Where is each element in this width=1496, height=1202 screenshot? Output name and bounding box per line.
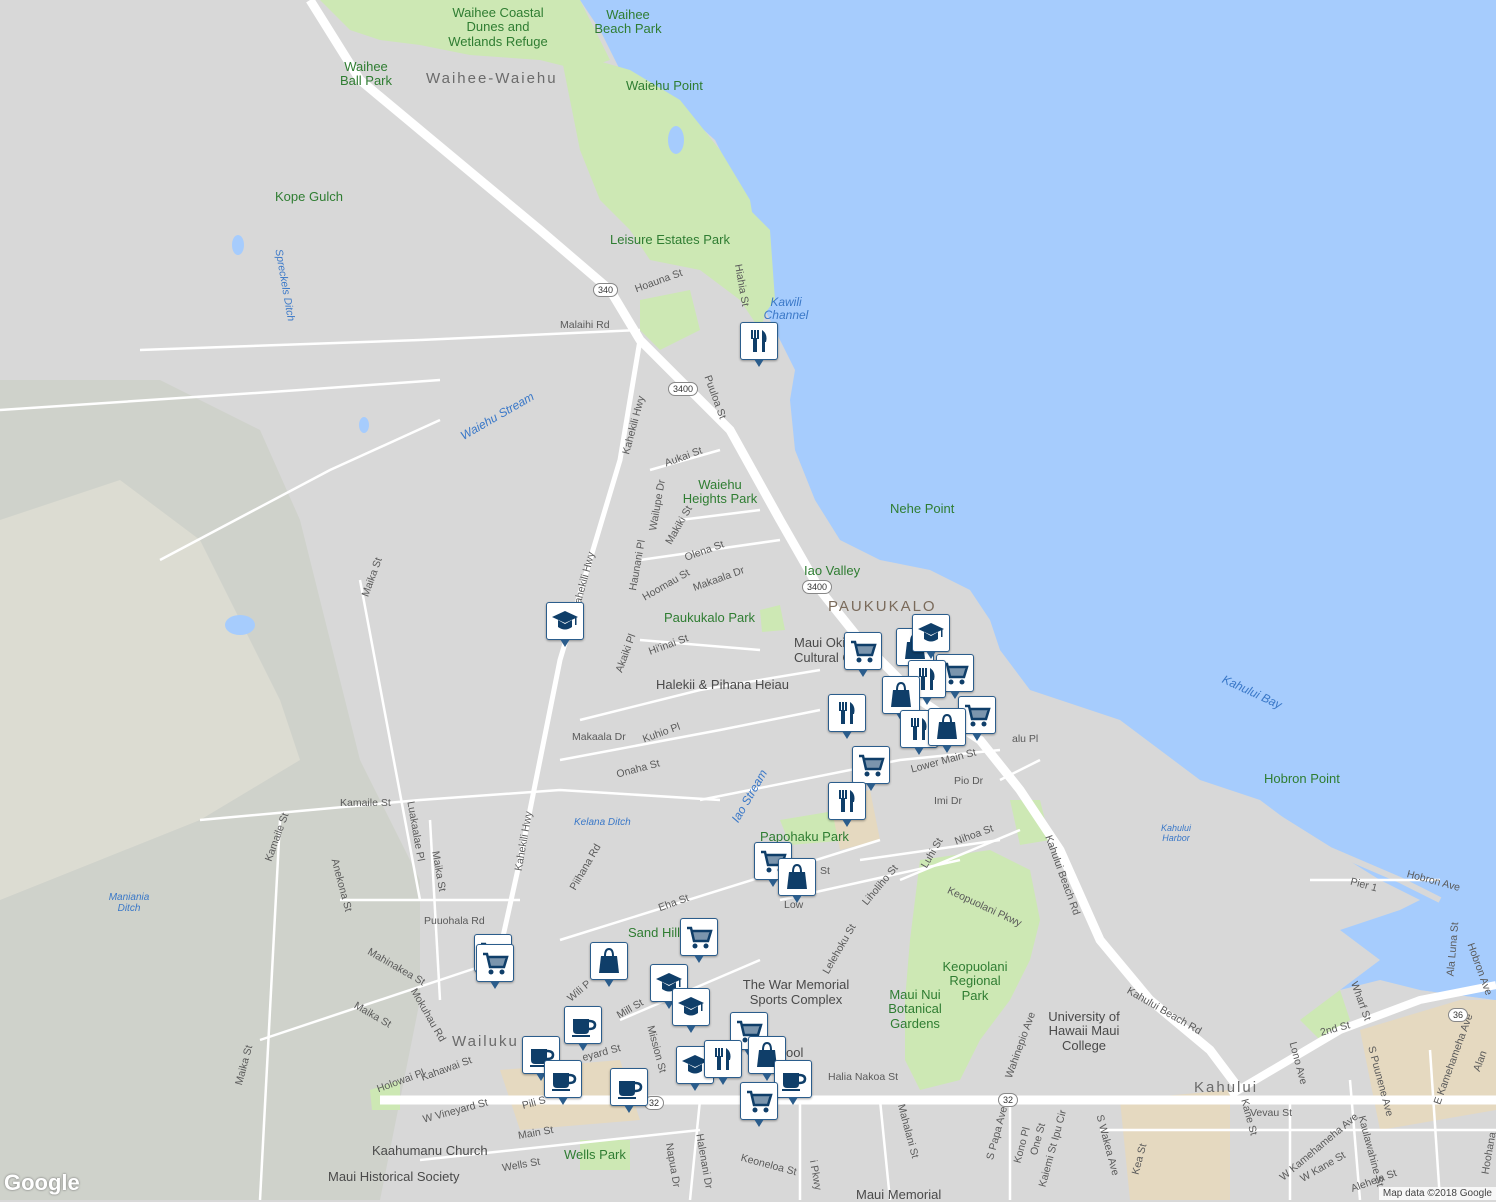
poi-marker-cafe[interactable]	[774, 1060, 812, 1105]
park-label: Leisure Estates Park	[610, 232, 730, 247]
water-label: Maniania Ditch	[108, 892, 150, 914]
poi-marker-cafe[interactable]	[564, 1006, 602, 1051]
poi-label: The War Memorial Sports Complex	[742, 977, 850, 1007]
poi-marker-shopping[interactable]	[778, 858, 816, 903]
street-label: St	[820, 865, 830, 877]
street-label: Makaala Dr	[572, 731, 626, 743]
park-label: Wells Park	[564, 1147, 626, 1162]
street-label: Puuohala Rd	[424, 915, 485, 927]
poi-marker-grocery[interactable]	[844, 632, 882, 677]
water-label: Kawili Channel	[763, 295, 809, 323]
park-label: Waiehu Point	[626, 78, 703, 93]
route-shield: 36	[1448, 1008, 1469, 1022]
poi-marker-grocery[interactable]	[476, 944, 514, 989]
park-label: Waihee Beach Park	[594, 7, 662, 37]
park-label: Nehe Point	[890, 501, 955, 516]
poi-marker-cafe[interactable]	[610, 1068, 648, 1113]
google-logo: Google	[4, 1170, 80, 1195]
poi-label: Maui Memorial	[856, 1187, 942, 1202]
route-shield: 340	[593, 283, 619, 297]
poi-marker-restaurant[interactable]	[828, 782, 866, 827]
poi-marker-school[interactable]	[912, 614, 950, 659]
poi-marker-school[interactable]	[546, 602, 584, 647]
park-label: Keopuolani Regional Park	[942, 959, 1008, 1003]
water-label: Kahului Harbor	[1160, 823, 1192, 843]
poi-label: University of Hawaii Maui College	[1048, 1009, 1120, 1053]
park-label: Kope Gulch	[275, 189, 343, 204]
poi-marker-grocery[interactable]	[740, 1082, 778, 1127]
park-label: Waihee Coastal Dunes and Wetlands Refuge	[448, 5, 548, 49]
poi-marker-grocery[interactable]	[680, 918, 718, 963]
place-label: Waihee-Waiehu	[426, 70, 558, 87]
poi-marker-restaurant[interactable]	[828, 694, 866, 739]
poi-label: Maui Historical Society	[328, 1169, 460, 1184]
route-shield: 3400	[668, 382, 699, 396]
park-label: Waihee Ball Park	[339, 59, 393, 89]
street-label: alu Pl	[1012, 733, 1039, 745]
map-attribution[interactable]: Map data ©2018 Google	[1378, 1187, 1496, 1200]
poi-label: Kaahumanu Church	[372, 1143, 488, 1158]
place-label: Wailuku	[452, 1033, 519, 1050]
street-label: Pio Dr	[954, 775, 984, 787]
poi-marker-shopping[interactable]	[928, 708, 966, 753]
park-label: Hobron Point	[1264, 771, 1340, 786]
poi-marker-shopping[interactable]	[882, 676, 920, 721]
park-label: Paukukalo Park	[664, 610, 756, 625]
poi-marker-restaurant[interactable]	[740, 322, 778, 367]
place-label: PAUKUKALO	[828, 598, 937, 615]
water-label: Kelana Ditch	[574, 817, 631, 828]
route-shield: 3400	[802, 580, 833, 594]
park-label: Iao Valley	[804, 563, 861, 578]
street-label: Kamaile St	[340, 797, 391, 809]
route-shield: 32	[998, 1093, 1019, 1107]
poi-marker-school[interactable]	[672, 988, 710, 1033]
poi-label: ool	[786, 1045, 804, 1060]
street-label: Halia Nakoa St	[828, 1071, 899, 1083]
park-label: Waiehu Heights Park	[682, 477, 758, 507]
poi-marker-grocery[interactable]	[852, 746, 890, 791]
poi-marker-cafe[interactable]	[544, 1060, 582, 1105]
park-label: Sand Hill	[628, 925, 681, 940]
street-label: Malaihi Rd	[560, 319, 610, 331]
park-label: Maui Nui Botanical Gardens	[888, 987, 942, 1031]
poi-marker-restaurant[interactable]	[704, 1040, 742, 1085]
street-label: Vevau St	[1250, 1107, 1293, 1119]
place-label: Kahului	[1194, 1079, 1259, 1096]
street-label: Imi Dr	[934, 795, 962, 807]
poi-label: Halekii & Pihana Heiau	[656, 677, 789, 692]
poi-marker-shopping[interactable]	[590, 942, 628, 987]
